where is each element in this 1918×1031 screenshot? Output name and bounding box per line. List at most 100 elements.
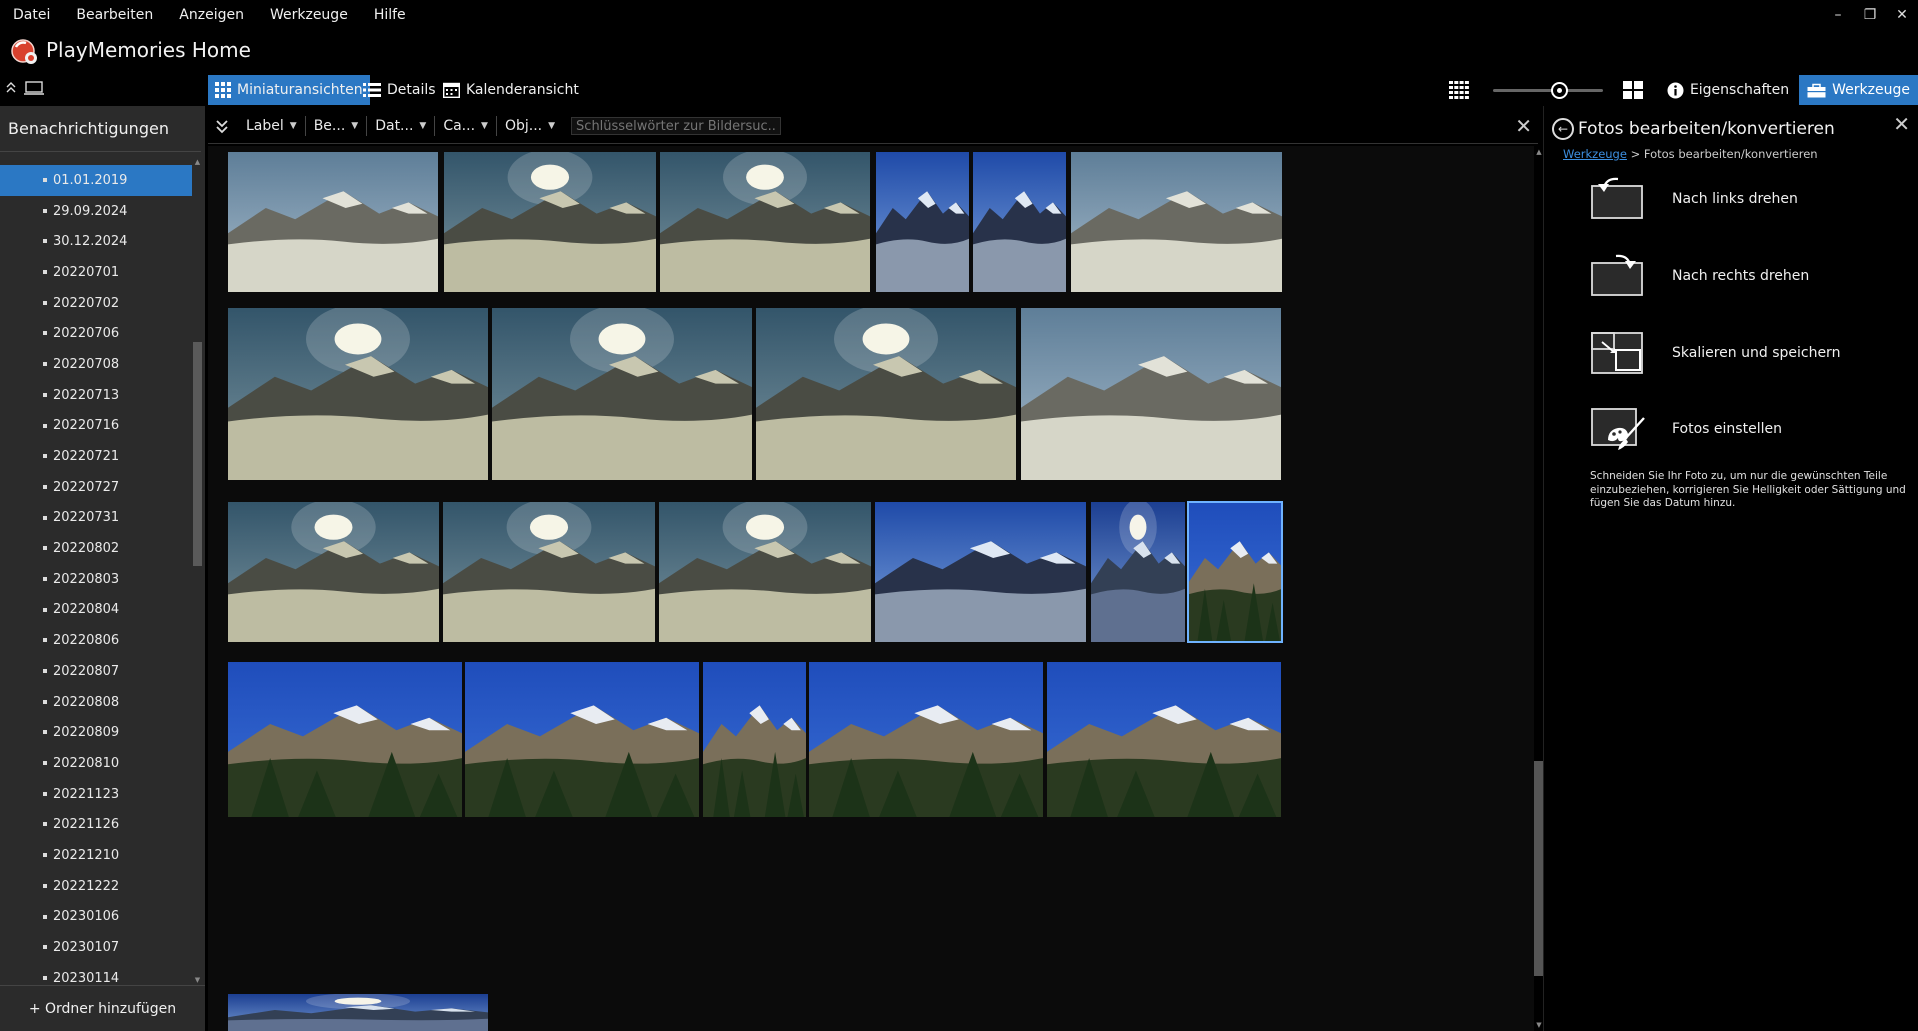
photo-thumbnail[interactable] bbox=[659, 502, 871, 642]
menu-bearbeiten[interactable]: Bearbeiten bbox=[63, 0, 166, 30]
tool-rotate-right[interactable]: Nach rechts drehen bbox=[1588, 253, 1809, 299]
menu-bar: Datei Bearbeiten Anzeigen Werkzeuge Hilf… bbox=[0, 0, 1918, 30]
large-thumbnails-icon[interactable] bbox=[1622, 81, 1643, 99]
keyword-search-input[interactable] bbox=[571, 117, 782, 135]
close-filter-icon[interactable]: ✕ bbox=[1515, 114, 1532, 138]
photo-thumbnail[interactable] bbox=[875, 502, 1086, 642]
tool-description: Schneiden Sie Ihr Foto zu, um nur die ge… bbox=[1590, 470, 1906, 509]
breadcrumb-link-tools[interactable]: Werkzeuge bbox=[1563, 147, 1627, 161]
photo-thumbnail[interactable] bbox=[756, 308, 1016, 480]
folder-item[interactable]: 20220721 bbox=[0, 441, 195, 472]
folder-item[interactable]: 20230106 bbox=[0, 902, 195, 933]
minimize-button[interactable]: – bbox=[1822, 0, 1854, 30]
folder-item-label: 20220721 bbox=[53, 449, 120, 465]
tool-rotate-left-label: Nach links drehen bbox=[1672, 191, 1798, 207]
folder-item[interactable]: 20220716 bbox=[0, 411, 195, 442]
tools-panel: ← Fotos bearbeiten/konvertieren ✕ Werkze… bbox=[1543, 106, 1918, 1031]
folder-item[interactable]: 20220713 bbox=[0, 380, 195, 411]
filter-label[interactable]: Label ▼ bbox=[238, 116, 306, 136]
photo-thumbnail[interactable] bbox=[228, 502, 439, 642]
tab-thumbnails[interactable]: Miniaturansichten bbox=[208, 75, 370, 105]
photo-thumbnail[interactable] bbox=[444, 152, 656, 292]
sidebar-scroll-thumb[interactable] bbox=[193, 342, 202, 566]
collapse-filter-icon[interactable] bbox=[210, 118, 234, 134]
photo-thumbnail[interactable] bbox=[1091, 502, 1185, 642]
filter-object[interactable]: Obj... ▼ bbox=[497, 116, 563, 136]
slider-knob[interactable] bbox=[1550, 82, 1568, 99]
folder-item[interactable]: 20220806 bbox=[0, 625, 195, 656]
folder-item[interactable]: 20220803 bbox=[0, 564, 195, 595]
folder-item-label: 20220810 bbox=[53, 755, 120, 771]
folder-item[interactable]: 20220802 bbox=[0, 533, 195, 564]
filter-rating[interactable]: Be... ▼ bbox=[306, 116, 368, 136]
close-panel-icon[interactable]: ✕ bbox=[1893, 112, 1910, 136]
small-thumbnails-icon[interactable] bbox=[1448, 81, 1469, 99]
tool-resize[interactable]: Skalieren und speichern bbox=[1588, 330, 1840, 376]
thumbnail-size-slider[interactable] bbox=[1492, 75, 1603, 105]
photo-thumbnail[interactable] bbox=[492, 308, 752, 480]
photo-thumbnail[interactable] bbox=[809, 662, 1043, 817]
folder-item-label: 29.09.2024 bbox=[53, 203, 128, 219]
photo-thumbnail[interactable] bbox=[973, 152, 1066, 292]
tab-details[interactable]: Details bbox=[356, 75, 443, 105]
menu-anzeigen[interactable]: Anzeigen bbox=[166, 0, 257, 30]
photo-thumbnail[interactable] bbox=[876, 152, 969, 292]
properties-button[interactable]: Eigenschaften bbox=[1657, 75, 1799, 105]
folder-item[interactable]: 20230107 bbox=[0, 932, 195, 963]
menu-hilfe[interactable]: Hilfe bbox=[361, 0, 419, 30]
photo-thumbnail[interactable] bbox=[228, 994, 488, 1031]
photo-thumbnail[interactable] bbox=[1071, 152, 1282, 292]
restore-button[interactable]: ❐ bbox=[1854, 0, 1886, 30]
folder-item[interactable]: 01.01.2019 bbox=[0, 165, 192, 196]
tab-calendar[interactable]: Kalenderansicht bbox=[436, 75, 586, 105]
photo-thumbnail[interactable] bbox=[228, 152, 438, 292]
photo-thumbnail[interactable] bbox=[443, 502, 655, 642]
folder-item[interactable]: 20220702 bbox=[0, 288, 195, 319]
photo-thumbnail[interactable] bbox=[1047, 662, 1281, 817]
folder-item[interactable]: 20220807 bbox=[0, 656, 195, 687]
photo-thumbnail[interactable] bbox=[1021, 308, 1281, 480]
view-toolbar: Miniaturansichten Details Kalenderansich… bbox=[0, 74, 1918, 106]
add-folder-button[interactable]: + Ordner hinzufügen bbox=[0, 985, 205, 1031]
folder-item[interactable]: 20220809 bbox=[0, 717, 195, 748]
folder-item[interactable]: 20220804 bbox=[0, 595, 195, 626]
device-icon[interactable] bbox=[24, 80, 44, 96]
tool-adjust-photos[interactable]: Fotos einstellen bbox=[1588, 406, 1782, 452]
tools-button[interactable]: Werkzeuge bbox=[1799, 75, 1918, 105]
folder-item-label: 20221222 bbox=[53, 878, 120, 894]
photo-thumbnail[interactable] bbox=[465, 662, 699, 817]
folder-item[interactable]: 20220701 bbox=[0, 257, 195, 288]
folder-item[interactable]: 20221210 bbox=[0, 840, 195, 871]
sidebar-scrollbar[interactable]: ▲ ▼ bbox=[193, 158, 202, 984]
filter-date[interactable]: Dat... ▼ bbox=[367, 116, 436, 136]
folder-item[interactable]: 20221222 bbox=[0, 871, 195, 902]
folder-item[interactable]: 20220708 bbox=[0, 349, 195, 380]
filter-camera[interactable]: Ca... ▼ bbox=[435, 116, 497, 136]
scroll-down-arrow-icon[interactable]: ▼ bbox=[193, 976, 202, 984]
folder-item[interactable]: 20220727 bbox=[0, 472, 195, 503]
sidebar-header[interactable]: Benachrichtigungen bbox=[0, 106, 201, 152]
back-arrow-icon[interactable]: ← bbox=[1552, 118, 1574, 140]
folder-item[interactable]: 20221126 bbox=[0, 809, 195, 840]
folder-item[interactable]: 20220706 bbox=[0, 318, 195, 349]
photo-thumbnail[interactable] bbox=[228, 662, 462, 817]
photo-thumbnail[interactable] bbox=[1187, 501, 1283, 643]
folder-item[interactable]: 20230114 bbox=[0, 963, 195, 983]
folder-item-label: 20221126 bbox=[53, 817, 120, 833]
collapse-up-icon[interactable] bbox=[6, 81, 16, 95]
folder-item[interactable]: 20220808 bbox=[0, 687, 195, 718]
menu-werkzeuge[interactable]: Werkzeuge bbox=[257, 0, 361, 30]
folder-item[interactable]: 20220810 bbox=[0, 748, 195, 779]
photo-thumbnail[interactable] bbox=[660, 152, 870, 292]
photo-thumbnail[interactable] bbox=[703, 662, 806, 817]
folder-item-label: 20220803 bbox=[53, 571, 120, 587]
tool-rotate-left[interactable]: Nach links drehen bbox=[1588, 176, 1798, 222]
menu-datei[interactable]: Datei bbox=[0, 0, 63, 30]
folder-item[interactable]: 20221123 bbox=[0, 779, 195, 810]
scroll-up-arrow-icon[interactable]: ▲ bbox=[193, 158, 202, 166]
folder-item[interactable]: 20220731 bbox=[0, 503, 195, 534]
photo-thumbnail[interactable] bbox=[228, 308, 488, 480]
folder-item[interactable]: 30.12.2024 bbox=[0, 226, 195, 257]
folder-item[interactable]: 29.09.2024 bbox=[0, 196, 195, 227]
close-button[interactable]: ✕ bbox=[1886, 0, 1918, 30]
